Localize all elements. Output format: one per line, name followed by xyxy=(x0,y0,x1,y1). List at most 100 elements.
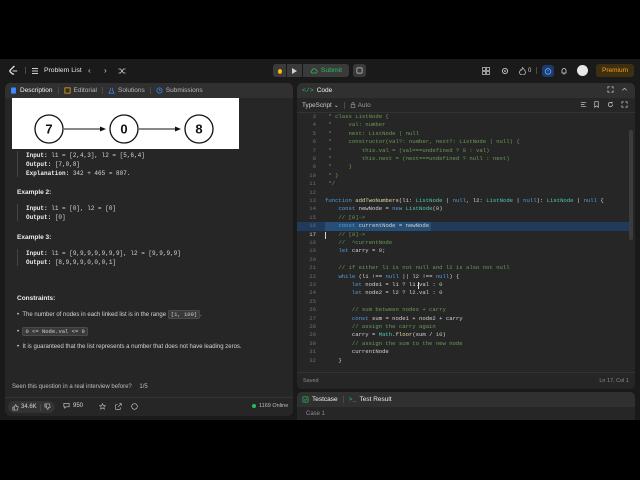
code-line[interactable]: 17 // [0]-> xyxy=(297,231,633,239)
code-line[interactable]: 12 xyxy=(297,189,633,197)
code-text: // assign the carry again xyxy=(325,323,436,330)
shuffle-button[interactable] xyxy=(118,59,126,82)
code-text: const currentNode = newNode xyxy=(325,222,432,231)
constraint-3: • It is guaranteed that the list represe… xyxy=(17,344,242,350)
code-text: * this.val = (val===undefined ? 0 : val) xyxy=(325,146,490,154)
code-line[interactable]: 14 const newNode = new ListNode(0) xyxy=(297,205,633,213)
code-panel: </> Code TypeScript ⌄ Auto 3 * class Lis… xyxy=(297,83,635,389)
code-text: * } xyxy=(325,163,352,171)
code-line[interactable]: 31 currentNode xyxy=(297,348,633,356)
panel-menu-button[interactable] xyxy=(621,86,628,95)
feedback-button[interactable] xyxy=(131,403,138,412)
settings-button[interactable] xyxy=(501,59,509,82)
code-line[interactable]: 24 let node2 = l2 ? l2.val : 0 xyxy=(297,289,633,297)
tab-solutions-label: Solutions xyxy=(118,87,145,94)
reset-code-button[interactable] xyxy=(607,101,614,110)
debug-button[interactable] xyxy=(273,64,286,77)
tab-submissions[interactable]: Submissions xyxy=(151,83,208,98)
code-line[interactable]: 28 // assign the carry again xyxy=(297,323,633,331)
note-icon xyxy=(356,67,363,74)
testcase-case-label[interactable]: Case 1 xyxy=(306,411,325,417)
history-icon xyxy=(156,87,163,94)
cursor-position: Ln 17, Col 1 xyxy=(599,378,629,384)
tab-solutions[interactable]: Solutions xyxy=(103,83,150,98)
code-line[interactable]: 26 // sum between nodes + carry xyxy=(297,306,633,314)
code-line[interactable]: 30 // assign the sum to the new node xyxy=(297,340,633,348)
code-line[interactable]: 5 * next: ListNode | null xyxy=(297,130,633,138)
logo[interactable] xyxy=(8,59,19,82)
code-line[interactable]: 16 const currentNode = newNode xyxy=(297,222,633,231)
code-text: currentNode xyxy=(325,348,389,356)
fullscreen-button[interactable] xyxy=(621,101,628,110)
tab-description[interactable]: Description xyxy=(5,83,58,98)
shuffle-icon xyxy=(118,68,126,73)
like-button[interactable]: 34.6K xyxy=(12,403,37,411)
code-line[interactable]: 29 carry = Math.floor(sum / 10) xyxy=(297,331,633,339)
line-number: 32 xyxy=(309,356,316,364)
next-problem-button[interactable]: › xyxy=(104,59,107,82)
code-line[interactable]: 3 * class ListNode { xyxy=(297,113,633,121)
code-line[interactable]: 10 * } xyxy=(297,172,633,180)
example-2-border xyxy=(17,204,18,221)
code-editor[interactable]: 3 * class ListNode {4 * val: number 5 * n… xyxy=(297,113,633,365)
code-line[interactable]: 27 const sum = node1 + node2 + carry xyxy=(297,315,633,323)
tab-test-result-label: Test Result xyxy=(359,396,392,403)
notes-button[interactable] xyxy=(353,64,366,77)
code-text: // [0]-> xyxy=(325,230,366,238)
question-icon xyxy=(131,403,138,410)
notifications-button[interactable] xyxy=(560,59,568,82)
code-line[interactable]: 22 while (l1 !== null || l2 !== null) { xyxy=(297,273,633,281)
problem-list-link[interactable]: Problem List xyxy=(31,59,82,82)
code-line[interactable]: 9 * } xyxy=(297,163,633,171)
code-line[interactable]: 25 xyxy=(297,298,633,306)
code-line[interactable]: 18 // ^currentNode xyxy=(297,239,633,247)
code-line[interactable]: 4 * val: number xyxy=(297,121,633,129)
format-button[interactable] xyxy=(580,101,587,110)
premium-button[interactable]: Premium xyxy=(596,64,634,77)
prev-problem-button[interactable]: ‹ xyxy=(88,59,91,82)
bookmark-button[interactable] xyxy=(593,101,600,110)
constraint-1-text: The number of nodes in each linked list … xyxy=(22,312,167,318)
streak-counter[interactable]: 0 xyxy=(519,59,531,82)
code-line[interactable]: 32 } xyxy=(297,357,633,365)
gear-icon xyxy=(501,67,509,74)
line-number: 19 xyxy=(309,247,316,255)
interview-count[interactable]: 1/5 xyxy=(139,384,147,390)
code-line[interactable]: 13 function addTwoNumbers(l1: ListNode | … xyxy=(297,197,633,205)
avatar xyxy=(577,65,588,76)
code-line[interactable]: 15 // [0]-> xyxy=(297,214,633,222)
tab-editorial[interactable]: Editorial xyxy=(59,83,102,98)
editor-scrollbar[interactable] xyxy=(629,130,633,240)
auto-mode-toggle[interactable]: Auto xyxy=(350,102,371,109)
dislike-button[interactable] xyxy=(44,403,51,412)
favorite-button[interactable] xyxy=(98,402,107,412)
code-line[interactable]: 20 xyxy=(297,256,633,264)
comments-button[interactable]: 950 xyxy=(63,402,83,409)
code-line[interactable]: 6 * constructor(val?: number, next?: Lis… xyxy=(297,138,633,146)
line-number: 20 xyxy=(309,255,316,263)
code-line[interactable]: 23 let node1 = l1 ? l1.val : 0 xyxy=(297,281,633,289)
code-line[interactable]: 8 * this.next = (next===undefined ? null… xyxy=(297,155,633,163)
tab-testcase[interactable]: Testcase xyxy=(297,392,343,407)
like-dislike-group: 34.6K xyxy=(8,401,55,413)
example-2-input-value: l1 = [0], l2 = [0] xyxy=(51,205,117,212)
submit-button[interactable]: Submit xyxy=(303,64,349,77)
code-line[interactable]: 11 */ xyxy=(297,180,633,188)
code-line[interactable]: 21 // if either l1 is not null and l2 is… xyxy=(297,264,633,272)
language-select[interactable]: TypeScript ⌄ xyxy=(302,102,339,109)
timer-button[interactable] xyxy=(542,59,554,82)
maximize-icon xyxy=(607,86,614,93)
share-button[interactable] xyxy=(115,403,122,412)
code-line[interactable]: 19 let carry = 0; xyxy=(297,247,633,255)
example-3-input-value: l1 = [9,9,9,9,9,9,9], l2 = [9,9,9,9] xyxy=(51,250,181,257)
user-avatar[interactable] xyxy=(577,59,588,82)
run-button[interactable] xyxy=(287,64,302,77)
maximize-button[interactable] xyxy=(607,86,614,95)
layout-button[interactable] xyxy=(482,59,490,82)
description-tabs: Description Editorial Solutions Submissi… xyxy=(5,83,293,98)
code-line[interactable]: 7 * this.val = (val===undefined ? 0 : va… xyxy=(297,147,633,155)
timer-icon xyxy=(544,67,552,75)
line-number: 31 xyxy=(309,348,316,356)
language-label: TypeScript xyxy=(302,101,332,109)
tab-test-result[interactable]: >_ Test Result xyxy=(344,392,397,407)
